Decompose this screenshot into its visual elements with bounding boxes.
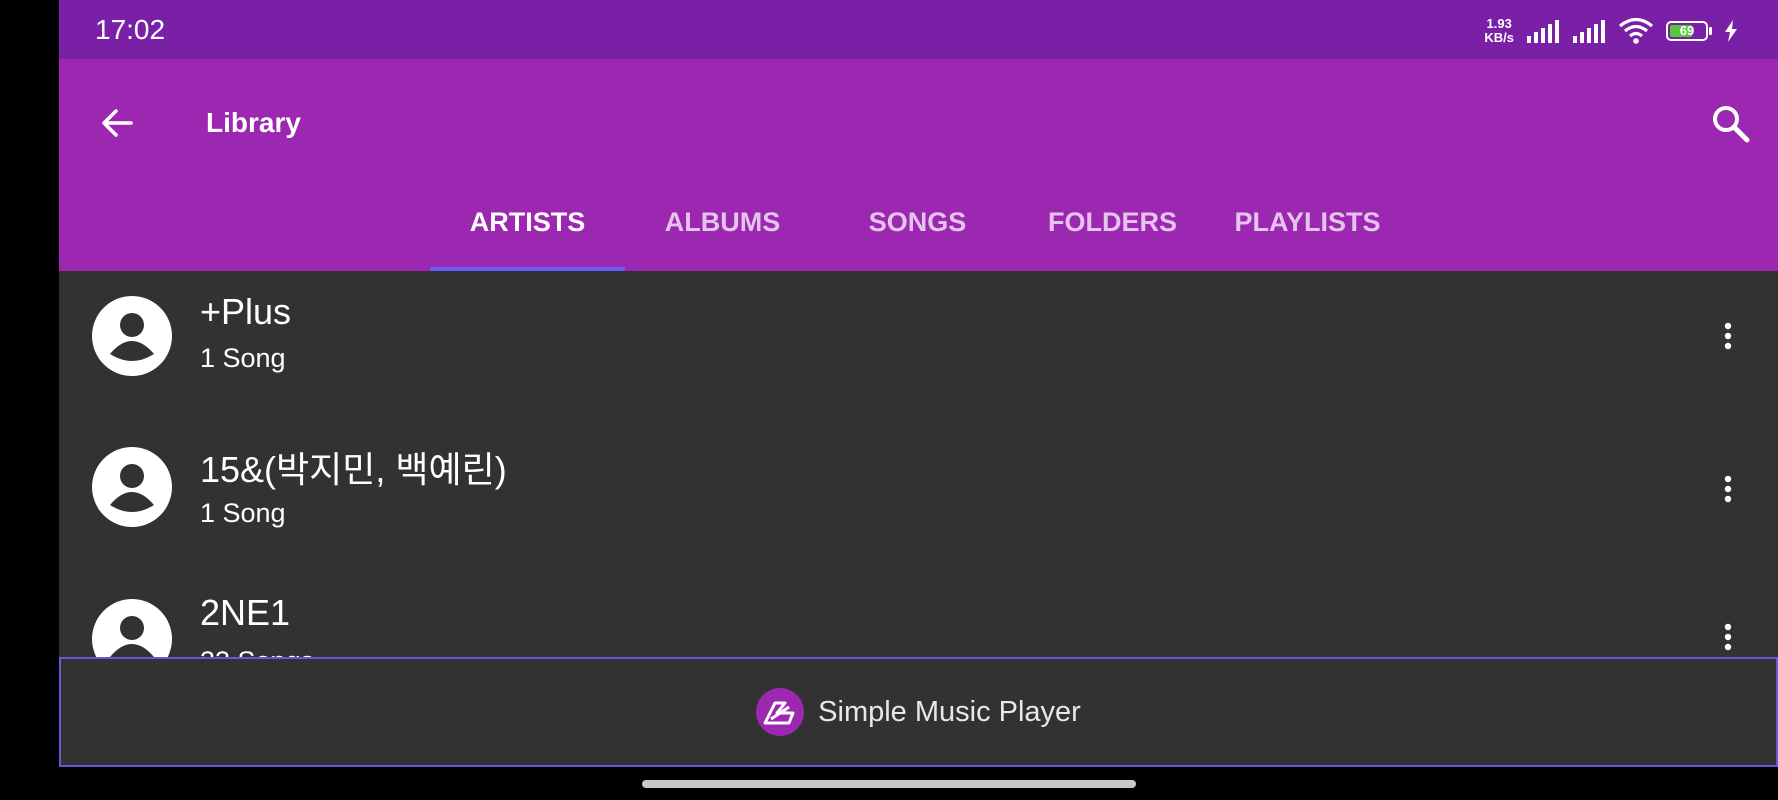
network-speed: 1.93 KB/s [1484,17,1514,45]
app-bar: Library ARTISTS ALBUMS SONGS FOLDERS PLA… [59,59,1778,271]
artist-name: 15&(박지민, 백예린) [200,449,507,490]
artist-list[interactable]: +Plus 1 Song 15&(박지민, 백예린) 1 Song 2NE1 [59,271,1778,657]
signal-strength-icon-2 [1573,20,1605,43]
network-speed-unit: KB/s [1484,30,1514,45]
charging-bolt-icon [1725,20,1737,42]
more-vert-icon [1724,322,1732,350]
artist-avatar-icon [92,296,172,376]
wifi-icon [1618,17,1654,44]
search-icon [1713,106,1750,143]
status-icons: 1.93 KB/s 69 [1484,14,1738,48]
tab-bar: ARTISTS ALBUMS SONGS FOLDERS PLAYLISTS [430,199,1405,271]
artist-avatar-icon [92,447,172,527]
more-vert-icon [1724,623,1732,651]
artist-song-count: 1 Song [200,498,286,528]
signal-strength-icon [1527,20,1559,43]
artist-name: 2NE1 [200,592,291,633]
network-speed-value: 1.93 [1486,16,1512,31]
battery-level: 69 [1679,23,1695,38]
tab-playlists[interactable]: PLAYLISTS [1210,199,1405,271]
more-options-button[interactable] [1708,312,1748,360]
gesture-navigation-bar[interactable] [642,780,1136,788]
artist-name: +Plus [200,291,292,332]
status-bar: 17:02 1.93 KB/s 69 [59,0,1778,59]
tab-artists[interactable]: ARTISTS [430,199,625,271]
more-options-button[interactable] [1708,465,1748,513]
tab-songs[interactable]: SONGS [820,199,1015,271]
page-title: Library [206,107,301,138]
list-item[interactable]: 2NE1 33 Songs [59,571,1778,657]
arrow-left-icon [102,109,133,137]
list-item[interactable]: 15&(박지민, 백예린) 1 Song [59,421,1778,571]
search-button[interactable] [1702,95,1758,151]
back-button[interactable] [89,95,145,151]
tab-folders[interactable]: FOLDERS [1015,199,1210,271]
app-logo-icon [756,688,805,736]
more-vert-icon [1724,475,1732,503]
phone-screen: 17:02 1.93 KB/s 69 Library ARTISTS ALBUM… [59,0,1778,800]
more-options-button[interactable] [1708,613,1748,657]
artist-avatar-icon [92,599,172,657]
status-time: 17:02 [95,14,166,45]
artist-song-count: 1 Song [200,343,286,373]
list-item[interactable]: +Plus 1 Song [59,271,1778,421]
artist-song-count: 33 Songs [200,646,314,657]
tab-albums[interactable]: ALBUMS [625,199,820,271]
banner-text: Simple Music Player [818,695,1081,728]
battery-icon: 69 [1666,21,1712,41]
app-banner[interactable]: Simple Music Player [59,657,1778,767]
